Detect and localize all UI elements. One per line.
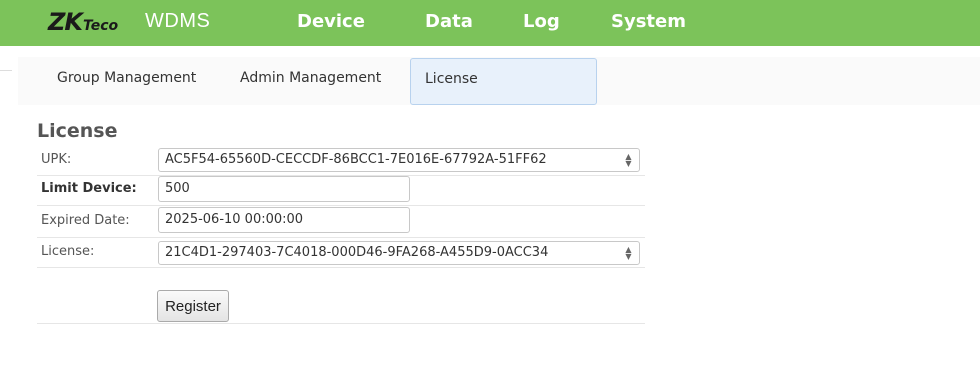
form-row-limit-device: Limit Device: 500 [37, 176, 645, 206]
form-row-register: Register [37, 268, 645, 324]
tab-admin-management[interactable]: Admin Management [240, 70, 381, 86]
logo-main-text: ZK [48, 8, 83, 36]
expired-date-label: Expired Date: [41, 213, 130, 228]
limit-device-field[interactable]: 500 [158, 176, 410, 202]
app-name: WDMS [145, 10, 211, 32]
section-title: License [37, 120, 118, 142]
upk-label: UPK: [41, 152, 72, 167]
updown-spinner-icon[interactable]: ▲ ▼ [624, 153, 633, 168]
nav-device[interactable]: Device [297, 11, 365, 32]
form-row-license: License: 21C4D1-297403-7C4018-000D46-9FA… [37, 238, 645, 268]
license-field[interactable]: 21C4D1-297403-7C4018-000D46-9FA268-A455D… [158, 241, 640, 265]
license-label: License: [41, 244, 95, 259]
tab-license-active[interactable]: License [410, 58, 597, 105]
tab-group-management[interactable]: Group Management [57, 70, 196, 86]
register-button[interactable]: Register [157, 290, 229, 322]
limit-device-label: Limit Device: [41, 181, 137, 196]
nav-log[interactable]: Log [523, 11, 560, 32]
nav-system[interactable]: System [611, 11, 686, 32]
upk-value: AC5F54-65560D-CECCDF-86BCC1-7E016E-67792… [165, 152, 547, 167]
logo-sub-text: Teco [83, 18, 119, 34]
updown-spinner-icon[interactable]: ▲ ▼ [624, 246, 633, 261]
form-row-expired-date: Expired Date: 2025-06-10 00:00:00 [37, 206, 645, 238]
form-row-upk: UPK: AC5F54-65560D-CECCDF-86BCC1-7E016E-… [37, 145, 645, 176]
top-navigation-bar: ZK Teco WDMS Device Data Log System [0, 0, 980, 46]
zkteco-logo: ZK Teco [48, 8, 118, 38]
subbar-divider [0, 70, 12, 71]
upk-field[interactable]: AC5F54-65560D-CECCDF-86BCC1-7E016E-67792… [158, 148, 640, 172]
license-value: 21C4D1-297403-7C4018-000D46-9FA268-A455D… [165, 245, 549, 260]
nav-data[interactable]: Data [425, 11, 473, 32]
expired-date-field[interactable]: 2025-06-10 00:00:00 [158, 207, 410, 233]
